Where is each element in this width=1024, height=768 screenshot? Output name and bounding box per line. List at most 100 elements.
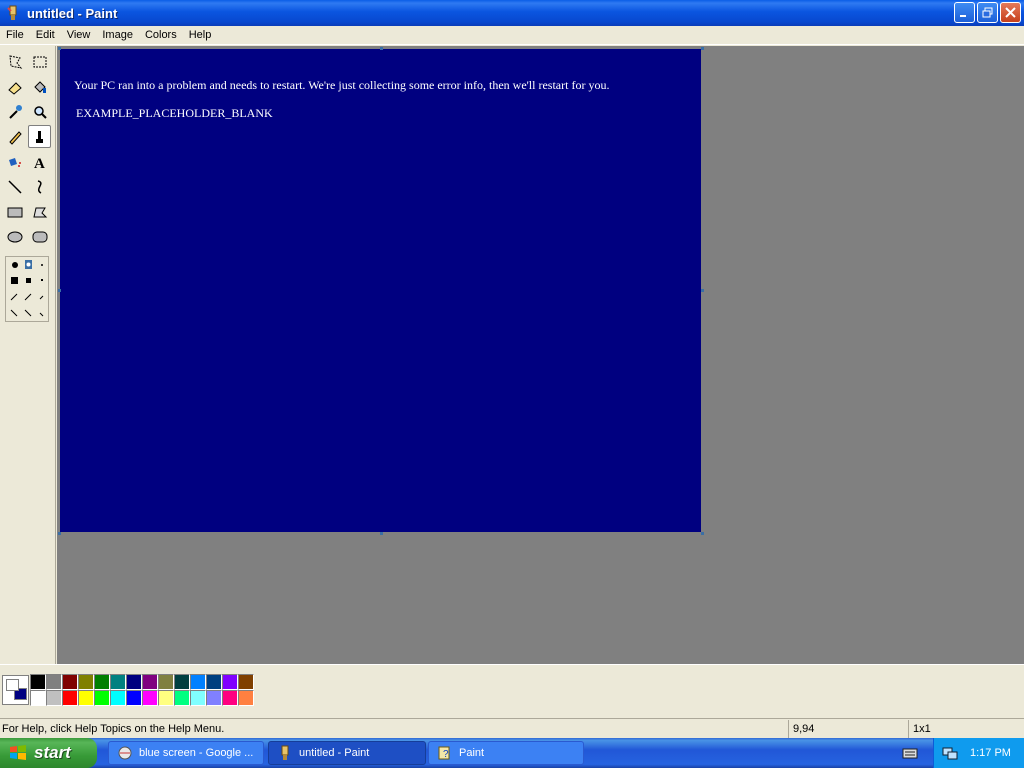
taskbar-item-label: Paint (459, 747, 485, 759)
color-swatch[interactable] (46, 674, 62, 690)
menu-file[interactable]: File (0, 26, 30, 45)
color-swatch[interactable] (174, 674, 190, 690)
fill-bucket-icon[interactable] (28, 75, 51, 98)
keyboard-icon[interactable] (902, 745, 918, 764)
status-help-text: For Help, click Help Topics on the Help … (2, 722, 225, 735)
current-colors-indicator[interactable] (2, 675, 29, 705)
taskbar: start blue screen - Google ... untitled … (0, 738, 1024, 768)
free-form-select-icon[interactable] (3, 50, 26, 73)
menu-help[interactable]: Help (183, 26, 218, 45)
rounded-rectangle-icon[interactable] (28, 225, 51, 248)
brush-icon[interactable] (28, 125, 51, 148)
color-swatch[interactable] (126, 674, 142, 690)
menu-image[interactable]: Image (96, 26, 139, 45)
taskbar-item-paint[interactable]: ? Paint (428, 741, 584, 765)
canvas-workspace[interactable]: Your PC ran into a problem and needs to … (57, 46, 1024, 664)
resize-handle-top (380, 47, 383, 50)
restore-icon (982, 7, 993, 18)
status-bar: For Help, click Help Topics on the Help … (0, 718, 1024, 738)
airbrush-icon[interactable] (3, 150, 26, 173)
resize-handle-bottom-right[interactable] (701, 532, 704, 535)
restore-button[interactable] (977, 2, 998, 23)
start-label: start (34, 743, 71, 762)
color-swatch[interactable] (206, 690, 222, 706)
color-swatch[interactable] (126, 690, 142, 706)
rectangle-icon[interactable] (3, 200, 26, 223)
taskbar-item-label: blue screen - Google ... (139, 747, 254, 759)
system-tray: 1:17 PM (933, 738, 1024, 768)
brush-shape-options[interactable] (5, 256, 49, 322)
taskbar-item-label: untitled - Paint (299, 747, 370, 759)
resize-handle-right[interactable] (701, 289, 704, 292)
resize-handle-bottom-left (58, 532, 61, 535)
minimize-icon (960, 15, 966, 17)
eraser-icon[interactable] (3, 75, 26, 98)
color-swatch[interactable] (190, 690, 206, 706)
color-swatch[interactable] (158, 674, 174, 690)
pencil-icon[interactable] (3, 125, 26, 148)
color-swatch[interactable] (62, 690, 78, 706)
clock: 1:17 PM (970, 747, 1011, 759)
color-palette-bar (0, 664, 1024, 714)
polygon-icon[interactable] (28, 200, 51, 223)
color-swatch[interactable] (30, 690, 46, 706)
color-swatch[interactable] (46, 690, 62, 706)
color-swatches (30, 674, 254, 706)
network-icon[interactable] (942, 745, 958, 761)
help-file-icon: ? (437, 745, 453, 761)
canvas-text-placeholder: EXAMPLE_PLACEHOLDER_BLANK (76, 106, 273, 120)
pick-color-icon[interactable] (3, 100, 26, 123)
svg-text:A: A (34, 156, 45, 170)
resize-handle-top-left (58, 47, 61, 50)
curve-icon[interactable] (28, 175, 51, 198)
color-swatch[interactable] (158, 690, 174, 706)
close-icon (1005, 7, 1016, 18)
paint-app-icon (277, 745, 293, 761)
color-swatch[interactable] (238, 690, 254, 706)
color-swatch[interactable] (238, 674, 254, 690)
close-button[interactable] (1000, 2, 1021, 23)
color-swatch[interactable] (94, 674, 110, 690)
color-swatch[interactable] (222, 690, 238, 706)
color-swatch[interactable] (142, 690, 158, 706)
color-swatch[interactable] (30, 674, 46, 690)
color-swatch[interactable] (110, 690, 126, 706)
menu-view[interactable]: View (61, 26, 97, 45)
windows-logo-icon (10, 745, 26, 760)
menu-colors[interactable]: Colors (139, 26, 183, 45)
ellipse-icon[interactable] (3, 225, 26, 248)
foreground-color-swatch (6, 679, 19, 691)
svg-text:?: ? (443, 749, 449, 760)
select-icon[interactable] (28, 50, 51, 73)
color-swatch[interactable] (78, 674, 94, 690)
color-swatch[interactable] (206, 674, 222, 690)
color-swatch[interactable] (190, 674, 206, 690)
toolbox: A (0, 46, 56, 664)
browser-icon (117, 745, 133, 761)
status-coordinates: 9,94 (788, 719, 908, 738)
taskbar-item-browser[interactable]: blue screen - Google ... (108, 741, 264, 765)
menu-bar: File Edit View Image Colors Help (0, 26, 1024, 45)
paint-app-icon (5, 5, 21, 21)
menu-edit[interactable]: Edit (30, 26, 61, 45)
color-swatch[interactable] (62, 674, 78, 690)
taskbar-item-paint-active[interactable]: untitled - Paint (268, 741, 426, 765)
color-swatch[interactable] (174, 690, 190, 706)
text-tool-icon[interactable]: A (28, 150, 51, 173)
resize-handle-left (58, 289, 61, 292)
title-bar[interactable]: untitled - Paint (0, 0, 1024, 26)
canvas-text-error-message: Your PC ran into a problem and needs to … (74, 78, 610, 92)
minimize-button[interactable] (954, 2, 975, 23)
color-swatch[interactable] (110, 674, 126, 690)
resize-handle-top-right (701, 47, 704, 50)
color-swatch[interactable] (222, 674, 238, 690)
start-button[interactable]: start (0, 738, 97, 768)
color-swatch[interactable] (142, 674, 158, 690)
resize-handle-bottom[interactable] (380, 532, 383, 535)
color-swatch[interactable] (78, 690, 94, 706)
color-swatch[interactable] (94, 690, 110, 706)
magnifier-icon[interactable] (28, 100, 51, 123)
line-icon[interactable] (3, 175, 26, 198)
drawing-canvas[interactable]: Your PC ran into a problem and needs to … (60, 49, 701, 532)
status-selection-size: 1x1 (908, 719, 1024, 738)
